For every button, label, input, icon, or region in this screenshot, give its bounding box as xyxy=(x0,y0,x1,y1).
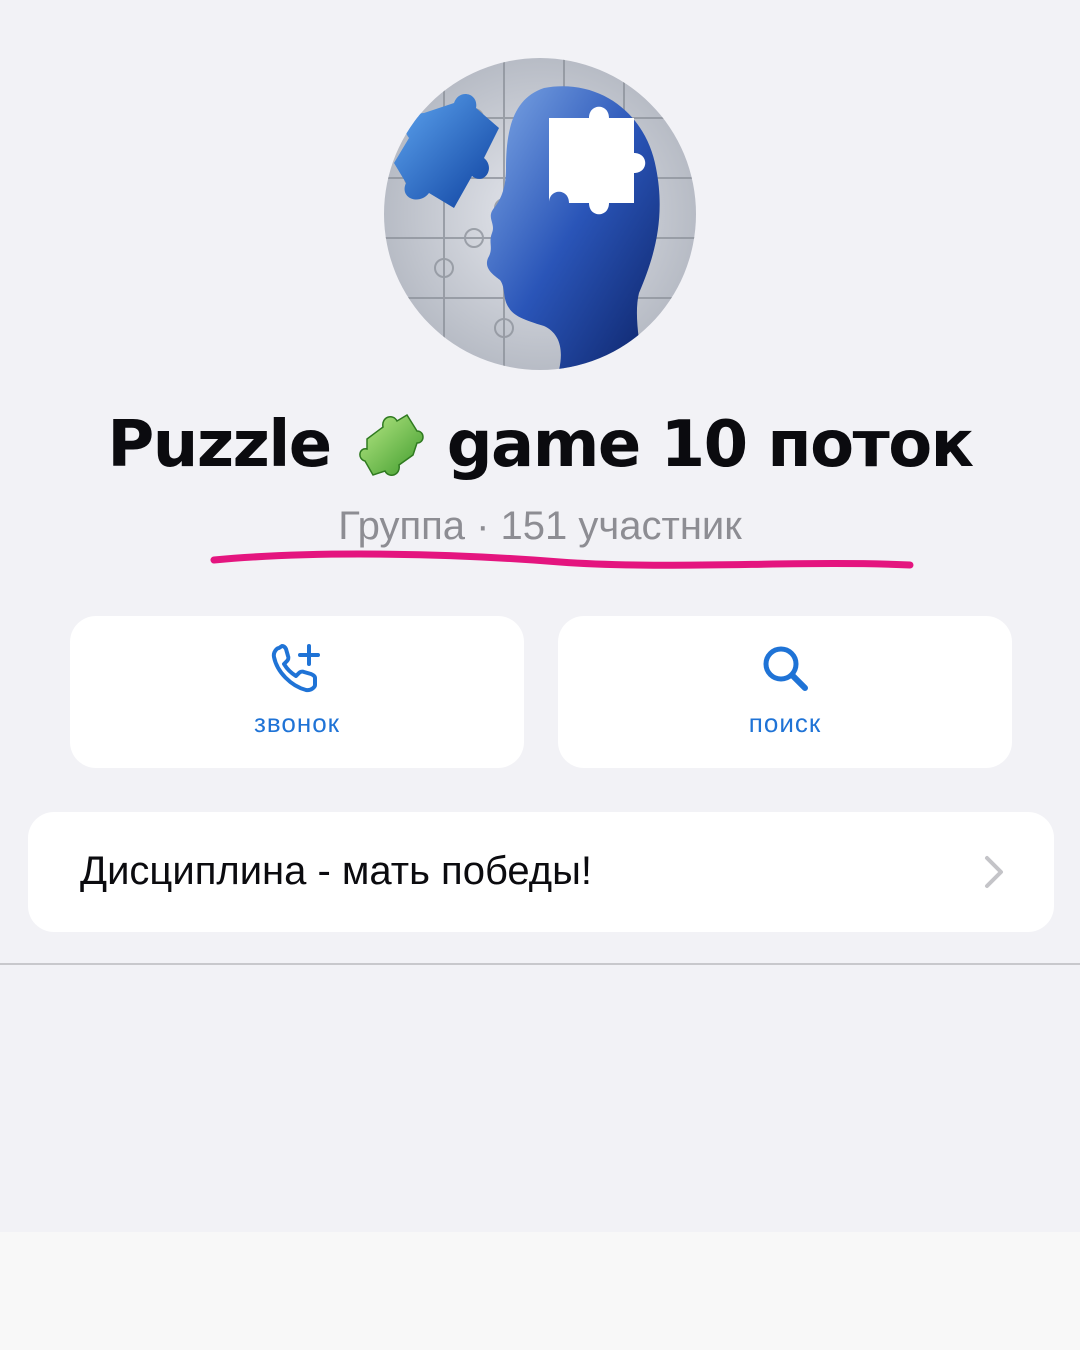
group-title-part1: Puzzle xyxy=(107,408,332,482)
section-divider xyxy=(0,963,1080,965)
call-button-label: звонок xyxy=(253,708,341,738)
group-title-part2: game 10 поток xyxy=(446,408,974,482)
search-button[interactable]: поиск xyxy=(558,616,1012,768)
chevron-right-icon xyxy=(982,854,1006,890)
search-button-label: поиск xyxy=(748,708,822,738)
group-avatar[interactable] xyxy=(384,58,696,370)
puzzle-head-avatar-icon xyxy=(384,58,696,370)
call-button[interactable]: звонок xyxy=(70,616,524,768)
description-row[interactable]: Дисциплина - мать победы! xyxy=(28,812,1054,932)
group-title: Puzzle game 10 поток xyxy=(0,405,1080,485)
search-icon xyxy=(757,640,813,696)
highlight-underline xyxy=(210,550,914,569)
puzzle-piece-icon xyxy=(353,409,425,481)
bottom-area xyxy=(0,1232,1080,1350)
group-description: Дисциплина - мать победы! xyxy=(80,849,592,893)
phone-add-icon xyxy=(269,640,325,696)
